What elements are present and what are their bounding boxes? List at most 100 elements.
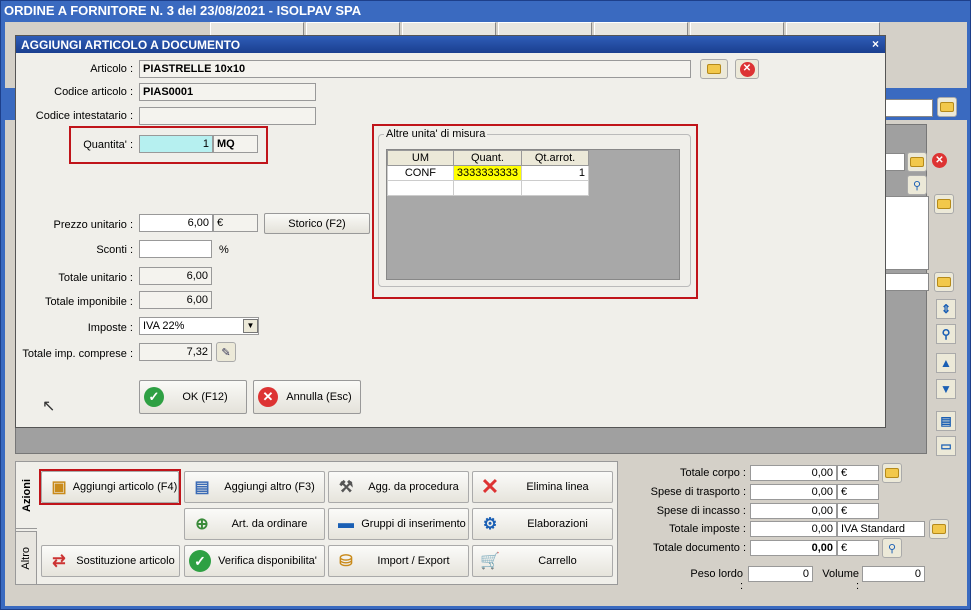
gruppi-inserimento-button[interactable]: ▬ Gruppi di inserimento — [328, 508, 469, 540]
user-search-button[interactable]: ⚲ — [907, 175, 927, 195]
agg-procedura-button[interactable]: ⚒ Agg. da procedura — [328, 471, 469, 503]
settings-doc-icon: ⚙ — [482, 516, 498, 533]
check-icon: ✓ — [189, 550, 211, 572]
folder-button[interactable] — [907, 152, 927, 172]
column-header[interactable]: Quant. — [452, 150, 523, 166]
totale-unitario-label: Totale unitario : — [58, 272, 133, 284]
aggiungi-articolo-button[interactable]: ▣ Aggiungi articolo (F4) — [41, 471, 179, 503]
peso-lordo-label: Peso lordo : — [690, 568, 743, 592]
sostituzione-articolo-button[interactable]: ⇄ Sostituzione articolo — [41, 545, 180, 577]
um-field[interactable]: MQ — [213, 135, 258, 153]
totale-corpo-field: 0,00 — [750, 465, 837, 481]
import-export-button[interactable]: ⛁ Import / Export — [328, 545, 469, 577]
articolo-clear-button[interactable]: ✕ — [735, 59, 759, 79]
elaborazioni-button[interactable]: ⚙ Elaborazioni — [472, 508, 613, 540]
totale-imponibile-field: 6,00 — [139, 291, 212, 309]
arrow-up-icon[interactable]: ▲ — [936, 353, 956, 373]
cell-arrot[interactable]: 1 — [521, 165, 589, 181]
column-header[interactable]: Qt.arrot. — [521, 150, 589, 166]
articolo-field[interactable]: PIASTRELLE 10x10 — [139, 60, 691, 78]
totale-corpo-currency: € — [837, 465, 879, 481]
folder-button[interactable] — [934, 272, 954, 292]
doc-settings-icon[interactable]: ▤ — [936, 411, 956, 431]
elimina-linea-button[interactable]: ✕ Elimina linea — [472, 471, 613, 503]
group-add-icon: ▬ — [338, 515, 354, 532]
window-title: ORDINE A FORNITORE N. 3 del 23/08/2021 -… — [4, 3, 362, 18]
carrello-label: Carrello — [538, 555, 577, 567]
cart-icon: 🛒 — [480, 553, 500, 570]
totale-imp-label: Totale imp. comprese : — [22, 348, 133, 360]
side-field[interactable] — [885, 153, 905, 171]
codice-intestatario-field[interactable] — [139, 107, 316, 125]
prezzo-input[interactable]: 6,00 — [139, 214, 213, 232]
aggiungi-articolo-label: Aggiungi articolo (F4) — [72, 481, 178, 493]
totale-imposte-desc: IVA Standard — [837, 521, 925, 537]
wrench-icon: ⚒ — [338, 479, 354, 496]
ok-label: OK (F12) — [182, 391, 228, 403]
edit-button[interactable]: ✎ — [216, 342, 236, 362]
add-box-icon: ▣ — [51, 479, 67, 496]
quantita-label: Quantita' : — [83, 139, 133, 151]
volume-field[interactable]: 0 — [862, 566, 925, 582]
updown-icon[interactable]: ⇕ — [936, 299, 956, 319]
sconti-input[interactable] — [139, 240, 212, 258]
folder-button[interactable] — [929, 519, 949, 539]
art-ordinare-button[interactable]: ⊕ Art. da ordinare — [184, 508, 325, 540]
folder-icon — [932, 524, 946, 534]
column-header[interactable]: UM — [387, 150, 454, 166]
folder-icon — [885, 468, 899, 478]
clear-button[interactable]: ✕ — [932, 153, 947, 168]
codice-label: Codice articolo : — [54, 86, 133, 98]
storico-button[interactable]: Storico (F2) — [264, 213, 370, 234]
folder-icon — [937, 199, 951, 209]
zoom-icon[interactable]: ⚲ — [936, 324, 956, 344]
quantita-input[interactable]: 1 — [139, 135, 213, 153]
tab-altro[interactable]: Altro — [15, 531, 37, 585]
delete-icon: ✕ — [480, 474, 500, 499]
ok-button[interactable]: ✓ OK (F12) — [139, 380, 247, 414]
cell-quant[interactable]: 3333333333 — [452, 165, 523, 181]
aggiungi-altro-label: Aggiungi altro (F3) — [224, 481, 315, 493]
doc-icon[interactable]: ▭ — [936, 436, 956, 456]
chevron-down-icon[interactable]: ▼ — [243, 319, 258, 333]
annulla-button[interactable]: ✕ Annulla (Esc) — [253, 380, 361, 414]
zoom-icon: ⚲ — [887, 542, 897, 555]
codice-field[interactable]: PIAS0001 — [139, 83, 316, 101]
aggiungi-altro-button[interactable]: ▤ Aggiungi altro (F3) — [184, 471, 325, 503]
side-field-2[interactable] — [885, 273, 929, 291]
tab-azioni[interactable]: Azioni — [15, 461, 37, 529]
sostituzione-articolo-label: Sostituzione articolo — [76, 555, 175, 567]
prezzo-label: Prezzo unitario : — [53, 219, 133, 231]
folder-button[interactable] — [937, 97, 957, 117]
volume-label: Volume : — [822, 568, 859, 592]
verifica-disponibilita-button[interactable]: ✓ Verifica disponibilita' — [184, 545, 325, 577]
folder-button[interactable] — [934, 194, 954, 214]
spese-trasporto-field[interactable]: 0,00 — [750, 484, 837, 500]
dialog-close-button[interactable]: × — [872, 37, 879, 51]
spese-trasporto-currency: € — [837, 484, 879, 500]
folder-button[interactable] — [882, 463, 902, 483]
arrow-down-icon[interactable]: ▼ — [936, 379, 956, 399]
cell-um[interactable]: CONF — [387, 165, 454, 181]
articolo-browse-button[interactable] — [700, 59, 728, 79]
imposte-select[interactable]: IVA 22% — [139, 317, 259, 335]
zoom-button[interactable]: ⚲ — [882, 538, 902, 558]
table-row-empty[interactable] — [387, 180, 589, 196]
peso-lordo-field[interactable]: 0 — [748, 566, 813, 582]
header-field[interactable] — [885, 99, 933, 117]
database-icon: ⛁ — [339, 553, 353, 570]
close-icon: ✕ — [932, 153, 947, 168]
verifica-disponibilita-label: Verifica disponibilita' — [218, 555, 317, 567]
imposte-value: IVA 22% — [143, 320, 185, 332]
spese-incasso-label: Spese di incasso : — [656, 505, 746, 517]
altre-um-table: UM Quant. Qt.arrot. CONF 3333333333 1 — [387, 150, 589, 196]
altre-um-label: Altre unita' di misura — [384, 128, 488, 140]
carrello-button[interactable]: 🛒 Carrello — [472, 545, 613, 577]
art-ordinare-label: Art. da ordinare — [231, 518, 308, 530]
spese-incasso-field[interactable]: 0,00 — [750, 503, 837, 519]
notes-field[interactable] — [885, 196, 929, 270]
table-row[interactable]: CONF 3333333333 1 — [387, 165, 589, 181]
folder-icon — [940, 102, 954, 112]
totale-documento-currency: € — [837, 540, 879, 556]
sconti-label: Sconti : — [96, 244, 133, 256]
